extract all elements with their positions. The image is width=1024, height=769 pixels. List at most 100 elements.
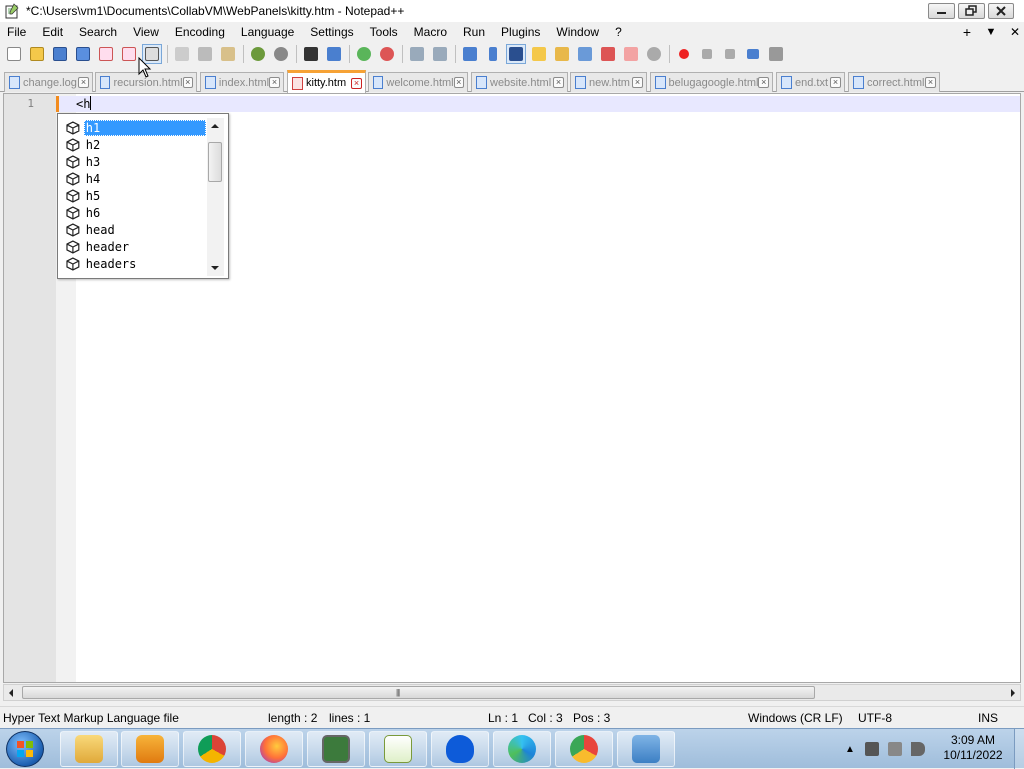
menu-file[interactable]: File [0, 25, 34, 39]
menu-edit[interactable]: Edit [34, 25, 71, 39]
function-list-button[interactable] [552, 44, 572, 64]
start-button[interactable] [6, 731, 44, 767]
scroll-thumb[interactable] [22, 686, 815, 699]
taskbar-media-player[interactable] [121, 731, 179, 767]
taskbar-task-manager[interactable] [307, 731, 365, 767]
tab-index-html[interactable]: index.html × [200, 72, 284, 92]
tab-website-html[interactable]: website.html × [471, 72, 568, 92]
autocomplete-item[interactable]: headers [66, 255, 206, 272]
record-macro-button[interactable] [674, 44, 694, 64]
autocomplete-item[interactable]: h5 [66, 187, 206, 204]
tab-welcome-html[interactable]: welcome.html × [368, 72, 468, 92]
close-doc-icon[interactable]: ✕ [1004, 25, 1024, 39]
save-all-button[interactable] [73, 44, 93, 64]
save-macro-button[interactable] [766, 44, 786, 64]
menu-view[interactable]: View [125, 25, 167, 39]
folder-button[interactable] [621, 44, 641, 64]
tab-close-icon[interactable]: × [758, 77, 769, 88]
menu-encoding[interactable]: Encoding [167, 25, 233, 39]
taskbar-control-panel[interactable] [617, 731, 675, 767]
tab-belugagoogle-html[interactable]: belugagoogle.html × [650, 72, 773, 92]
autocomplete-item[interactable]: h3 [66, 153, 206, 170]
scroll-thumb[interactable] [208, 142, 222, 182]
new-tab-plus-icon[interactable]: + [956, 24, 978, 40]
tab-close-icon[interactable]: × [632, 77, 643, 88]
play-macro-button[interactable] [720, 44, 740, 64]
scroll-right-icon[interactable] [1011, 689, 1015, 697]
autocomplete-item[interactable]: h2 [66, 136, 206, 153]
folder-workspace-button[interactable] [575, 44, 595, 64]
autocomplete-item[interactable]: h6 [66, 204, 206, 221]
tab-kitty-htm[interactable]: kitty.htm × [287, 70, 366, 93]
tab-new-htm[interactable]: new.htm × [570, 72, 647, 92]
show-all-chars-button[interactable] [483, 44, 503, 64]
redo-button[interactable] [271, 44, 291, 64]
tab-change-log[interactable]: change.log × [4, 72, 93, 92]
find-button[interactable] [301, 44, 321, 64]
show-hidden-icons-icon[interactable]: ▲ [845, 744, 855, 755]
tab-close-icon[interactable]: × [553, 77, 564, 88]
taskbar-chrome-canary[interactable] [555, 731, 613, 767]
sync-v-button[interactable] [407, 44, 427, 64]
open-file-button[interactable] [27, 44, 47, 64]
menu-help[interactable]: ? [607, 25, 630, 39]
tab-close-icon[interactable]: × [925, 77, 936, 88]
status-insert-mode[interactable]: INS [978, 711, 998, 725]
menu-window[interactable]: Window [548, 25, 607, 39]
scroll-down-icon[interactable] [211, 266, 219, 270]
code-line[interactable]: <h [76, 96, 92, 112]
new-file-button[interactable] [4, 44, 24, 64]
replace-button[interactable] [324, 44, 344, 64]
menu-tools[interactable]: Tools [362, 25, 406, 39]
action-center-flag-icon[interactable] [887, 742, 902, 756]
save-button[interactable] [50, 44, 70, 64]
paste-button[interactable] [218, 44, 238, 64]
monitoring-button[interactable] [598, 44, 618, 64]
close-button-tb[interactable] [96, 44, 116, 64]
cut-button[interactable] [172, 44, 192, 64]
tab-correct-html[interactable]: correct.html × [848, 72, 940, 92]
taskbar-notepad-plus-plus[interactable] [369, 731, 427, 767]
network-icon[interactable] [864, 742, 879, 756]
undo-button[interactable] [248, 44, 268, 64]
tab-end-txt[interactable]: end.txt × [776, 72, 845, 92]
sync-h-button[interactable] [430, 44, 450, 64]
indent-guide-button[interactable] [506, 44, 526, 64]
taskbar-edge[interactable] [493, 731, 551, 767]
menu-run[interactable]: Run [455, 25, 493, 39]
tab-close-icon[interactable]: × [269, 77, 280, 88]
minimize-button[interactable] [928, 3, 955, 19]
doc-map-button[interactable] [529, 44, 549, 64]
autocomplete-item[interactable]: head [66, 221, 206, 238]
autocomplete-item[interactable]: h1 [66, 119, 206, 136]
menu-settings[interactable]: Settings [302, 25, 361, 39]
close-all-button[interactable] [119, 44, 139, 64]
taskbar-chrome[interactable] [183, 731, 241, 767]
menu-macro[interactable]: Macro [406, 25, 455, 39]
tab-close-icon[interactable]: × [830, 77, 841, 88]
tab-close-icon[interactable]: × [351, 77, 362, 89]
volume-icon[interactable] [910, 742, 925, 756]
menu-search[interactable]: Search [71, 25, 125, 39]
tab-list-dropdown-icon[interactable]: ▼ [978, 26, 1004, 38]
restore-button[interactable] [958, 3, 985, 19]
eye-button[interactable] [644, 44, 664, 64]
status-encoding[interactable]: UTF-8 [858, 711, 892, 725]
zoom-out-button[interactable] [377, 44, 397, 64]
tab-close-icon[interactable]: × [182, 77, 193, 88]
autocomplete-item[interactable]: header [66, 238, 206, 255]
run-macro-multiple-button[interactable] [743, 44, 763, 64]
stop-record-button[interactable] [697, 44, 717, 64]
autocomplete-scrollbar[interactable] [207, 118, 224, 276]
taskbar-clock[interactable]: 3:09 AM 10/11/2022 [938, 733, 1008, 763]
show-desktop-button[interactable] [1014, 729, 1024, 769]
taskbar-file-explorer[interactable] [60, 731, 118, 767]
close-button[interactable] [988, 3, 1014, 19]
autocomplete-item[interactable]: h4 [66, 170, 206, 187]
taskbar-firefox[interactable] [245, 731, 303, 767]
tab-close-icon[interactable]: × [453, 77, 464, 88]
status-eol[interactable]: Windows (CR LF) [748, 711, 843, 725]
scroll-up-icon[interactable] [211, 124, 219, 128]
taskbar-malwarebytes[interactable] [431, 731, 489, 767]
horizontal-scrollbar[interactable]: ||| [3, 684, 1021, 701]
